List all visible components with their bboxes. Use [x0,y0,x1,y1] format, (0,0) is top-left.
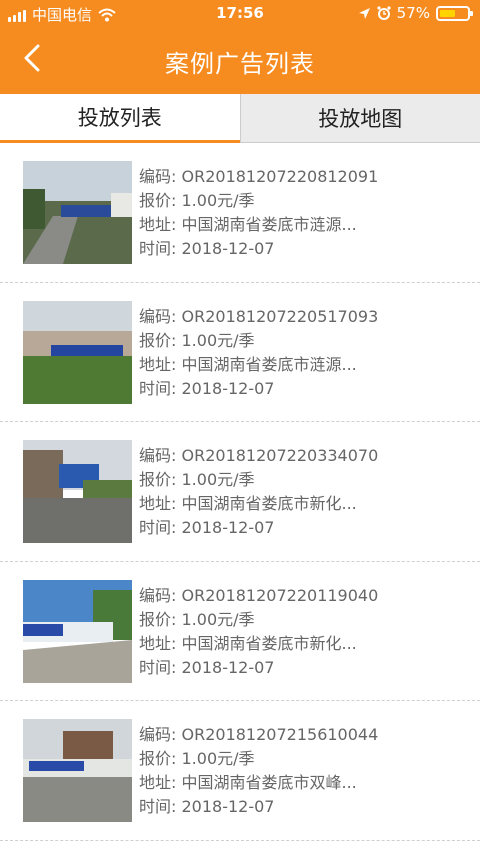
address-label: 地址: [139,773,177,792]
list-item[interactable]: 编码: OR20181207220517093 报价: 1.00元/季 地址: … [0,283,480,422]
date-value: 2018-12-07 [181,239,275,258]
location-arrow-icon [358,7,370,19]
address-value: 中国湖南省娄底市涟源... [181,354,357,374]
address-label: 地址: [139,215,177,234]
list-item[interactable]: 编码: OR20181207215610044 报价: 1.00元/季 地址: … [0,701,480,841]
time-label: 时间: [139,518,177,537]
tab-placement-list[interactable]: 投放列表 [0,94,240,143]
list-item[interactable]: 编码: OR20181207220119040 报价: 1.00元/季 地址: … [0,562,480,701]
case-photo [23,579,132,683]
battery-percent: 57% [396,4,430,22]
price-value: 1.00元/季 [181,609,255,629]
list-item[interactable]: 编码: OR20181207220334070 报价: 1.00元/季 地址: … [0,422,480,562]
address-label: 地址: [139,354,177,374]
case-photo [23,719,132,822]
top-bar: 中国电信 17:56 57% 案例广告列表 [0,0,480,94]
address-value: 中国湖南省娄底市新化... [181,633,357,653]
case-photo [23,161,132,264]
battery-icon [436,5,473,21]
address-value: 中国湖南省娄底市双峰... [181,773,357,792]
alarm-icon [377,6,391,20]
code-value: OR20181207220812091 [181,167,379,186]
code-label: 编码: [139,446,177,465]
list-item[interactable]: 编码: OR20181207220812091 报价: 1.00元/季 地址: … [0,143,480,283]
case-photo [23,300,132,404]
code-label: 编码: [139,725,177,744]
code-value: OR20181207220334070 [181,446,379,465]
code-label: 编码: [139,167,177,186]
address-label: 地址: [139,633,177,653]
date-value: 2018-12-07 [181,378,275,398]
time-label: 时间: [139,378,177,398]
date-value: 2018-12-07 [181,657,275,677]
address-value: 中国湖南省娄底市涟源... [181,215,357,234]
price-label: 报价: [139,470,177,489]
price-label: 报价: [139,330,177,350]
price-label: 报价: [139,609,177,629]
case-list: 编码: OR20181207220812091 报价: 1.00元/季 地址: … [0,143,480,841]
page-title: 案例广告列表 [165,50,315,78]
tab-placement-map[interactable]: 投放地图 [239,94,480,143]
price-label: 报价: [139,191,177,210]
price-label: 报价: [139,749,177,768]
address-label: 地址: [139,494,177,513]
code-value: OR20181207220119040 [181,585,379,605]
code-label: 编码: [139,585,177,605]
price-value: 1.00元/季 [181,749,255,768]
nav-bar: 案例广告列表 [0,26,480,94]
date-value: 2018-12-07 [181,518,275,537]
address-value: 中国湖南省娄底市新化... [181,494,357,513]
time-label: 时间: [139,239,177,258]
price-value: 1.00元/季 [181,330,255,350]
case-photo [23,440,132,543]
time-label: 时间: [139,797,177,816]
date-value: 2018-12-07 [181,797,275,816]
price-value: 1.00元/季 [181,191,255,210]
status-bar: 中国电信 17:56 57% [0,0,480,26]
tab-bar: 投放列表 投放地图 [0,94,480,143]
code-label: 编码: [139,306,177,326]
code-value: OR20181207215610044 [181,725,379,744]
price-value: 1.00元/季 [181,470,255,489]
time-label: 时间: [139,657,177,677]
code-value: OR20181207220517093 [181,306,379,326]
